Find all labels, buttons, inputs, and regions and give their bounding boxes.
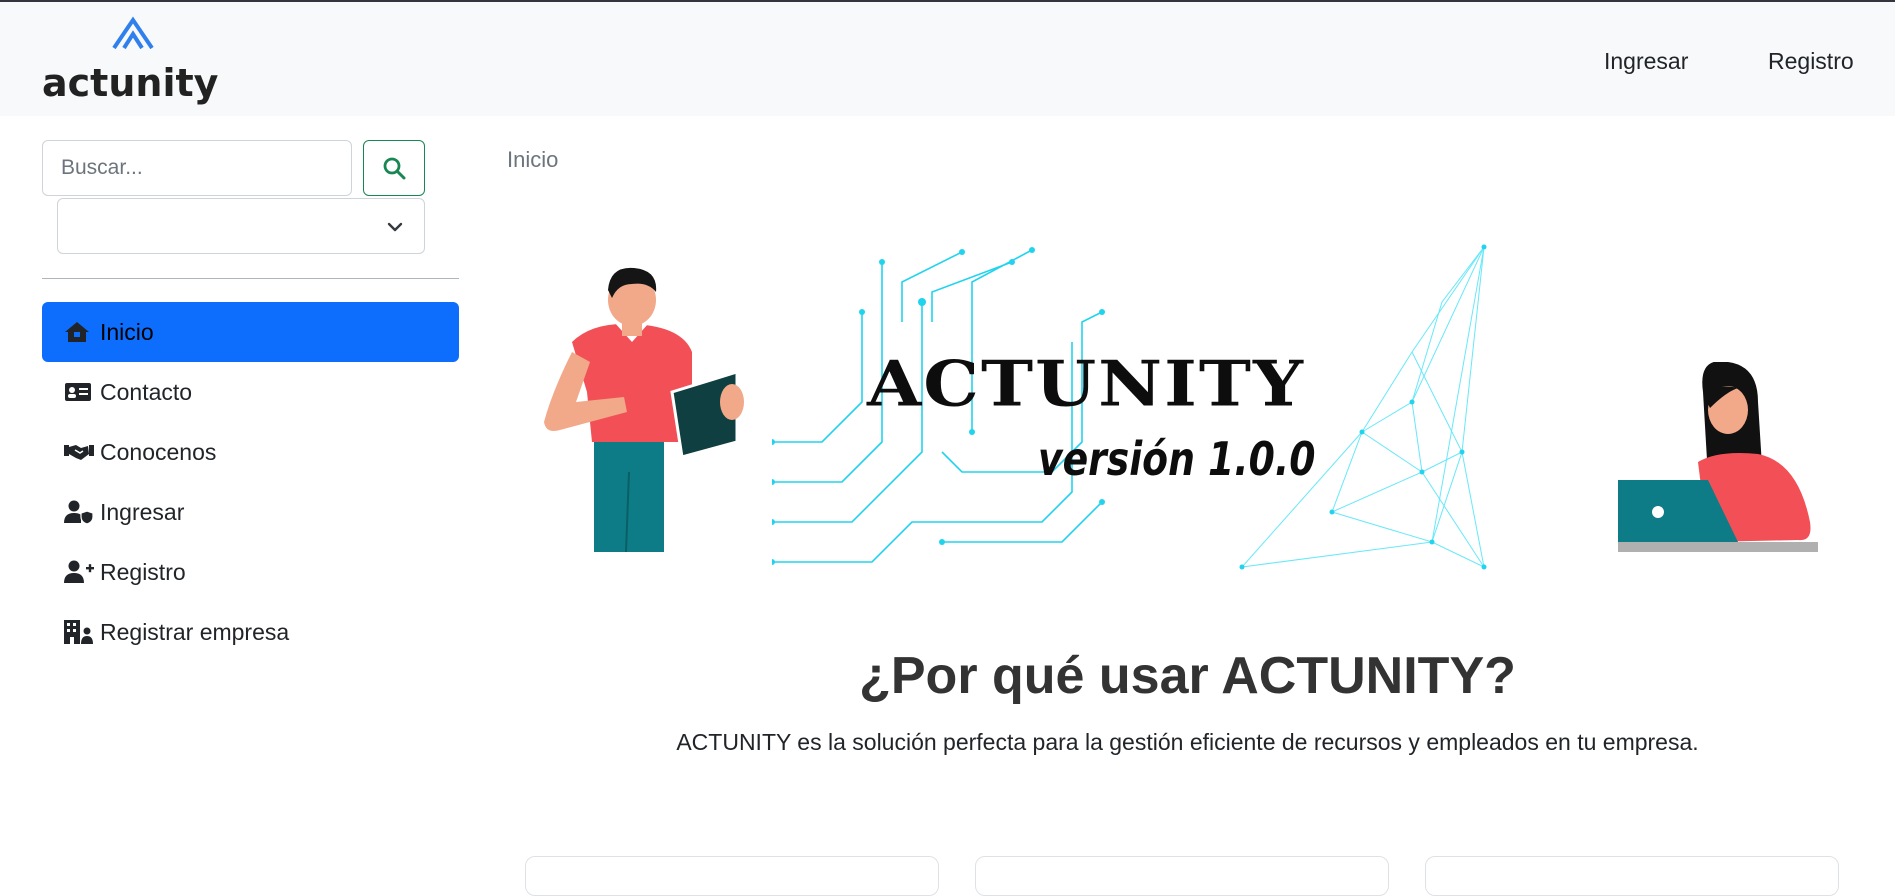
top-navbar: actunity Ingresar Registro: [0, 2, 1895, 116]
user-plus-icon: [64, 559, 94, 585]
building-user-icon: [64, 619, 94, 645]
why-section-description: ACTUNITY es la solución perfecta para la…: [676, 729, 1699, 755]
hero-banner: ACTUNITY versión 1.0.0: [532, 242, 1832, 582]
user-shield-icon: [64, 499, 94, 525]
feature-card: [1425, 856, 1839, 896]
nav-login-link[interactable]: Ingresar: [1604, 48, 1688, 75]
logo-mark-icon: [112, 16, 154, 50]
sidebar-item-label: Contacto: [100, 378, 193, 405]
sidebar-item-inicio[interactable]: Inicio: [42, 302, 459, 362]
filter-select[interactable]: [57, 198, 425, 254]
sidebar-item-label: Conocenos: [100, 438, 217, 465]
why-section-title: ¿Por qué usar ACTUNITY?: [859, 647, 1516, 705]
sidebar: Inicio Contacto Conocenos Ingresar Regis…: [0, 116, 480, 878]
search-button[interactable]: [363, 140, 425, 196]
nav-register-link[interactable]: Registro: [1768, 48, 1854, 75]
brand-name: actunity: [42, 61, 219, 105]
sidebar-item-label: Inicio: [100, 318, 154, 345]
sidebar-item-conocenos[interactable]: Conocenos: [42, 422, 459, 482]
chevron-down-icon: [387, 222, 403, 232]
woman-with-laptop-illustration: [1618, 362, 1818, 552]
hero-title: ACTUNITY: [867, 346, 1305, 421]
main-content: Inicio ACTUNITY versión 1.0.0 ¿Por qué u…: [480, 116, 1895, 896]
sidebar-divider: [42, 278, 459, 279]
man-with-tablet-illustration: [544, 267, 744, 553]
sidebar-item-registro[interactable]: Registro: [42, 542, 459, 602]
breadcrumb: Inicio: [507, 147, 559, 172]
sidebar-item-ingresar[interactable]: Ingresar: [42, 482, 459, 542]
sidebar-item-label: Registrar empresa: [100, 618, 290, 645]
sidebar-item-label: Registro: [100, 558, 186, 585]
brand-logo[interactable]: actunity: [42, 12, 232, 108]
feature-card: [975, 856, 1389, 896]
search-input[interactable]: [42, 140, 352, 196]
feature-card: [525, 856, 939, 896]
sidebar-item-contacto[interactable]: Contacto: [42, 362, 459, 422]
sidebar-item-label: Ingresar: [100, 498, 185, 525]
home-icon: [64, 319, 94, 345]
sidebar-menu: Inicio Contacto Conocenos Ingresar Regis…: [42, 302, 459, 662]
hero-version: versión 1.0.0: [1038, 432, 1316, 486]
search-icon: [383, 157, 406, 180]
contact-card-icon: [64, 379, 94, 405]
handshake-icon: [64, 439, 94, 465]
sidebar-item-registrar-empresa[interactable]: Registrar empresa: [42, 602, 459, 662]
